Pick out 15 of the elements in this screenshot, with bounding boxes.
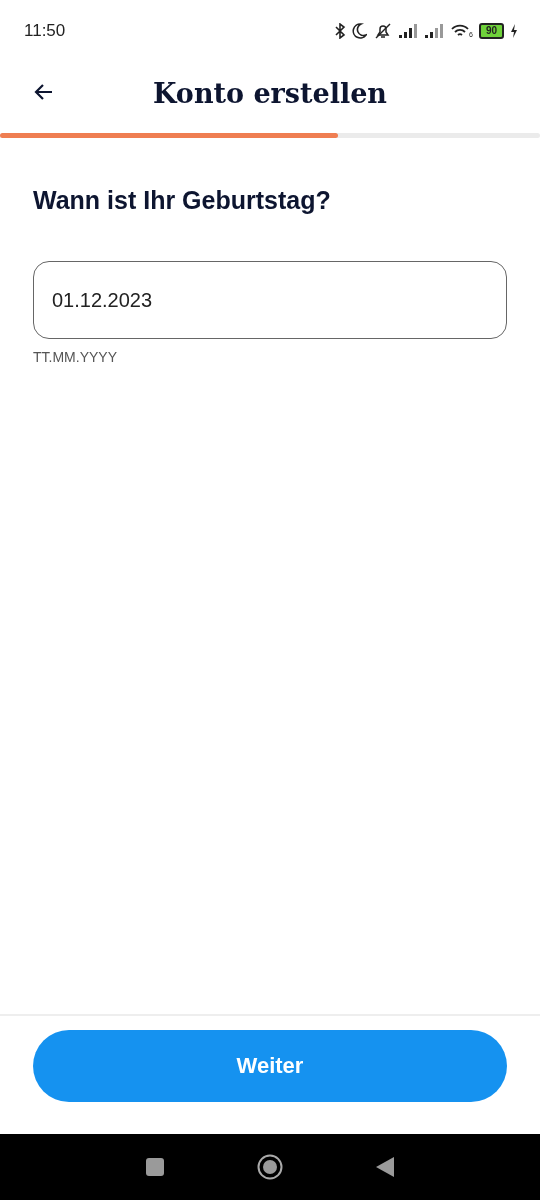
home-icon[interactable] [257,1154,283,1180]
charging-icon [510,24,518,38]
question-heading: Wann ist Ihr Geburtstag? [33,186,332,215]
signal-icon [424,24,445,38]
status-time: 11:50 [24,21,66,41]
moon-icon [351,23,367,39]
battery-indicator: 90 [478,23,504,39]
date-input-field[interactable]: 01.12.2023 [33,261,507,339]
wifi-icon [450,24,469,38]
back-nav-icon[interactable] [375,1156,395,1178]
signal-icon [398,24,419,38]
bluetooth-icon [333,23,346,39]
page-title: Konto erstellen [153,78,387,109]
format-hint: TT.MM.YYYY [33,349,118,365]
recent-apps-icon[interactable] [145,1157,165,1177]
